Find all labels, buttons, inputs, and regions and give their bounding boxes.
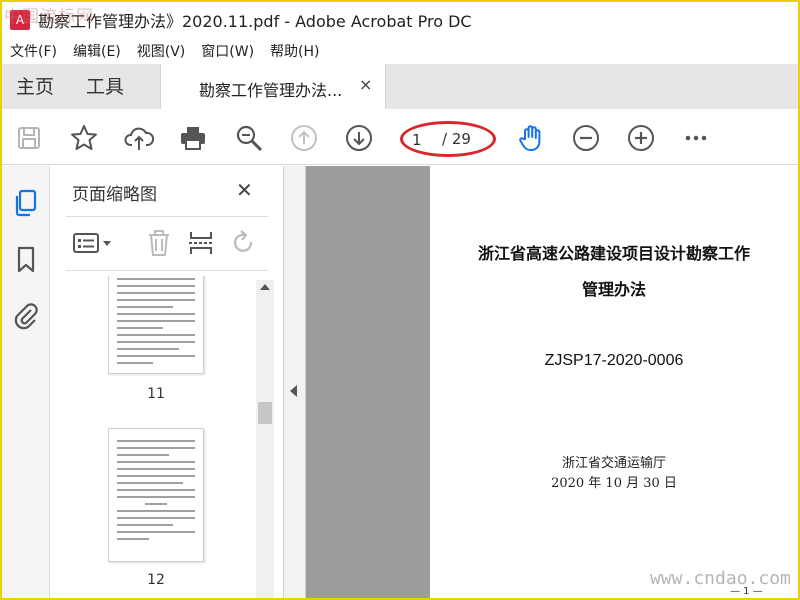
scroll-up-arrow-icon[interactable] bbox=[260, 284, 270, 290]
tab-document[interactable]: 勘察工作管理办法... × bbox=[160, 64, 386, 109]
tab-home[interactable]: 主页 bbox=[16, 72, 54, 99]
menu-view[interactable]: 视图(V) bbox=[129, 41, 194, 61]
split-page-icon[interactable] bbox=[186, 228, 216, 258]
thumbnail-panel: 页面缩略图 ✕ 11 12 bbox=[50, 166, 284, 598]
zoom-in-icon[interactable] bbox=[626, 123, 656, 153]
panel-divider-2 bbox=[66, 270, 268, 271]
tabs-row: 主页 工具 勘察工作管理办法... × bbox=[2, 64, 798, 109]
panel-collapse-strip[interactable] bbox=[284, 166, 306, 598]
thumbnail-page-number: 12 bbox=[147, 572, 165, 588]
watermark-bottom: www.cndao.com bbox=[650, 568, 791, 589]
document-code: ZJSP17-2020-0006 bbox=[544, 352, 684, 369]
window-title: 勘察工作管理办法》2020.11.pdf - Adobe Acrobat Pro… bbox=[38, 12, 472, 31]
page-down-icon[interactable] bbox=[344, 123, 374, 153]
menu-window[interactable]: 窗口(W) bbox=[193, 41, 262, 61]
document-issuer: 浙江省交通运输厅 bbox=[561, 456, 666, 471]
zoom-out-icon[interactable] bbox=[571, 123, 601, 153]
toolbar: 1 / 29 bbox=[2, 109, 798, 165]
document-page: 浙江省高速公路建设项目设计勘察工作 管理办法 ZJSP17-2020-0006 … bbox=[430, 166, 798, 598]
watermark-top: 中国流标网 bbox=[4, 7, 94, 27]
zoom-search-icon[interactable] bbox=[234, 123, 264, 153]
menu-edit[interactable]: 编辑(E) bbox=[65, 41, 129, 61]
panel-close-icon[interactable]: ✕ bbox=[236, 178, 253, 202]
menu-help[interactable]: 帮助(H) bbox=[262, 41, 327, 61]
page-total-label: / 29 bbox=[442, 130, 471, 148]
page-thumbnails-icon[interactable] bbox=[11, 188, 41, 218]
document-title-line1: 浙江省高速公路建设项目设计勘察工作 bbox=[477, 244, 750, 263]
panel-divider bbox=[66, 216, 268, 217]
tab-tools[interactable]: 工具 bbox=[86, 72, 124, 99]
attachment-icon[interactable] bbox=[11, 300, 41, 330]
upload-cloud-icon[interactable] bbox=[124, 123, 154, 153]
print-icon[interactable] bbox=[178, 123, 208, 153]
more-icon[interactable] bbox=[681, 123, 711, 153]
document-date: 2020 年 10 月 30 日 bbox=[551, 476, 677, 491]
menu-bar: 文件(F) 编辑(E) 视图(V) 窗口(W) 帮助(H) bbox=[2, 38, 798, 64]
panel-title: 页面缩略图 bbox=[72, 185, 157, 205]
tab-document-label: 勘察工作管理办法... bbox=[199, 81, 343, 100]
star-icon[interactable] bbox=[69, 123, 99, 153]
page-thumbnail[interactable] bbox=[108, 428, 204, 562]
thumbnail-page-number: 11 bbox=[147, 386, 165, 402]
bookmark-icon[interactable] bbox=[11, 244, 41, 274]
document-title-line2: 管理办法 bbox=[581, 280, 646, 299]
title-bar: A 勘察工作管理办法》2020.11.pdf - Adobe Acrobat P… bbox=[2, 2, 798, 38]
scrollbar-thumb[interactable] bbox=[258, 402, 272, 424]
collapse-left-arrow-icon[interactable] bbox=[290, 385, 297, 397]
save-icon[interactable] bbox=[14, 123, 44, 153]
left-nav-column bbox=[2, 166, 50, 598]
menu-file[interactable]: 文件(F) bbox=[2, 41, 65, 61]
hand-tool-icon[interactable] bbox=[516, 123, 546, 153]
page-up-icon[interactable] bbox=[289, 123, 319, 153]
rotate-page-icon[interactable] bbox=[228, 228, 258, 258]
page-thumbnail[interactable] bbox=[108, 276, 204, 374]
delete-page-icon[interactable] bbox=[144, 228, 174, 258]
thumbnail-list: 11 12 bbox=[66, 276, 256, 598]
thumbnail-options-icon[interactable] bbox=[70, 228, 114, 258]
thumbnail-scrollbar[interactable] bbox=[256, 280, 274, 598]
page-number-input[interactable]: 1 bbox=[412, 131, 436, 151]
tab-close-icon[interactable]: × bbox=[359, 75, 372, 94]
